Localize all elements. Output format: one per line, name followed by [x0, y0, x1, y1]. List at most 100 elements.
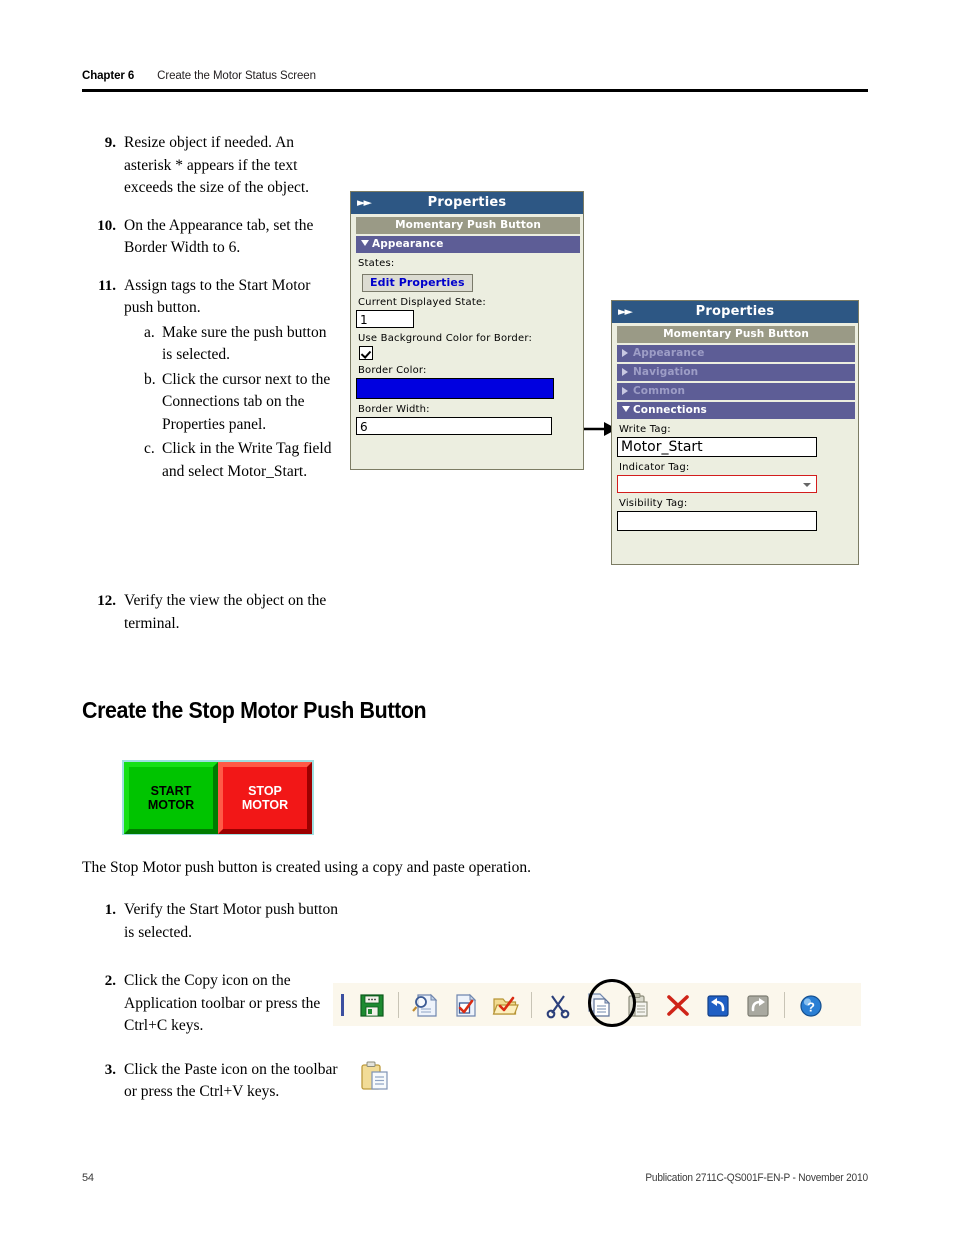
substeps-list: a. Make sure the push button is selected…: [144, 322, 334, 484]
current-state-label: Current Displayed State:: [358, 297, 486, 308]
list-item: c. Click in the Write Tag field and sele…: [144, 438, 334, 483]
step-text: Resize object if needed. An asterisk * a…: [124, 134, 310, 196]
step-text: Click the Paste icon on the toolbar or p…: [124, 1060, 338, 1101]
visibility-tag-label: Visibility Tag:: [619, 498, 688, 509]
start-motor-line1: START: [150, 783, 192, 798]
use-bg-color-checkbox[interactable]: [359, 346, 373, 360]
border-color-label: Border Color:: [358, 365, 427, 376]
steps-list-bottom: 1. Verify the Start Motor push button is…: [86, 899, 344, 1124]
step-text: Verify the view the object on the termin…: [124, 592, 327, 632]
list-item: 2. Click the Copy icon on the Applicatio…: [86, 970, 344, 1038]
panel-title: Properties: [695, 304, 775, 319]
tab-label: Connections: [633, 404, 707, 416]
step-text: Click the Copy icon on the Application t…: [124, 972, 321, 1034]
steps-list-step12: 12. Verify the view the object on the te…: [86, 590, 356, 650]
step-text: On the Appearance tab, set the Border Wi…: [124, 216, 314, 257]
step-number: 2.: [104, 973, 116, 989]
substep-letter: b.: [144, 370, 156, 388]
chevron-down-icon: [361, 240, 369, 246]
toolbar-separator: [531, 991, 532, 1018]
substep-text: Click in the Write Tag field and select …: [162, 440, 332, 480]
use-bg-color-label: Use Background Color for Border:: [358, 333, 533, 344]
preview-icon[interactable]: [407, 987, 443, 1023]
properties-panel-connections[interactable]: ►► Properties Momentary Push Button Appe…: [611, 300, 859, 565]
panel-title: Properties: [427, 195, 507, 210]
list-item: 9. Resize object if needed. An asterisk …: [86, 132, 334, 200]
steps-list-top: 9. Resize object if needed. An asterisk …: [86, 132, 334, 498]
current-state-input[interactable]: 1: [356, 310, 414, 328]
list-item: 1. Verify the Start Motor push button is…: [86, 899, 344, 944]
panel-titlebar: ►► Properties: [612, 301, 858, 323]
validate-document-icon[interactable]: [447, 987, 483, 1023]
list-item: 10. On the Appearance tab, set the Borde…: [86, 215, 334, 260]
undo-icon[interactable]: [700, 987, 736, 1023]
substep-letter: a.: [144, 323, 155, 341]
edit-properties-button[interactable]: Edit Properties: [362, 274, 473, 292]
substep-text: Make sure the push button is selected.: [162, 323, 327, 364]
tab-appearance[interactable]: Appearance: [617, 345, 855, 362]
list-item: 12. Verify the view the object on the te…: [86, 590, 356, 635]
object-type-label: Momentary Push Button: [617, 326, 855, 343]
pushbutton-figure: START MOTOR STOP MOTOR: [122, 760, 314, 835]
tab-common[interactable]: Common: [617, 383, 855, 400]
list-item: a. Make sure the push button is selected…: [144, 322, 334, 367]
toolbar-separator: [398, 991, 399, 1018]
tab-label: Navigation: [633, 366, 699, 378]
panel-titlebar: ►► Properties: [351, 192, 583, 214]
border-width-input[interactable]: 6: [356, 417, 552, 435]
chevron-down-icon: [622, 406, 630, 412]
list-item: b. Click the cursor next to the Connecti…: [144, 369, 334, 437]
delete-x-icon[interactable]: [660, 987, 696, 1023]
chevron-right-icon: [622, 349, 628, 357]
pin-arrows-icon[interactable]: ►►: [357, 196, 372, 209]
stop-motor-button[interactable]: STOP MOTOR: [218, 761, 312, 834]
redo-icon[interactable]: [740, 987, 776, 1023]
write-tag-input[interactable]: Motor_Start: [617, 437, 817, 457]
tab-navigation[interactable]: Navigation: [617, 364, 855, 381]
help-icon[interactable]: ?: [793, 987, 829, 1023]
tab-label: Appearance: [633, 347, 705, 359]
save-icon[interactable]: [354, 987, 390, 1023]
paste-icon[interactable]: [356, 1058, 396, 1098]
start-motor-line2: MOTOR: [147, 797, 195, 812]
list-item: 3. Click the Paste icon on the toolbar o…: [86, 1059, 344, 1104]
page-footer: 54 Publication 2711C-QS001F-EN-P - Novem…: [82, 1172, 868, 1184]
chapter-label: Chapter 6: [82, 70, 135, 82]
stop-motor-line2: MOTOR: [241, 797, 289, 812]
substep-letter: c.: [144, 440, 155, 457]
step-number: 1.: [104, 902, 116, 918]
intro-paragraph: The Stop Motor push button is created us…: [82, 859, 531, 876]
indicator-tag-combobox[interactable]: [617, 475, 817, 493]
open-folder-check-icon[interactable]: [487, 987, 523, 1023]
indicator-tag-label: Indicator Tag:: [619, 462, 690, 473]
toolbar-grip[interactable]: [341, 993, 344, 1016]
page-number: 54: [82, 1172, 94, 1184]
section-label: Appearance: [372, 238, 444, 250]
toolbar-separator: [784, 991, 785, 1018]
stop-motor-line1: STOP: [248, 783, 282, 798]
chapter-title: Create the Motor Status Screen: [157, 70, 316, 82]
publication-reference: Publication 2711C-QS001F-EN-P - November…: [645, 1172, 868, 1184]
header-rule: [82, 89, 868, 92]
step-number: 9.: [104, 135, 116, 151]
properties-panel-appearance[interactable]: ►► Properties Momentary Push Button Appe…: [350, 191, 584, 470]
visibility-tag-input[interactable]: [617, 511, 817, 531]
start-motor-button[interactable]: START MOTOR: [124, 761, 218, 834]
border-color-swatch[interactable]: [356, 378, 554, 399]
list-item: 11. Assign tags to the Start Motor push …: [86, 275, 334, 484]
copy-icon-highlight-circle: [588, 979, 636, 1027]
tab-label: Common: [633, 385, 686, 397]
tab-connections[interactable]: Connections: [617, 402, 855, 419]
step-text: Assign tags to the Start Motor push butt…: [124, 276, 311, 317]
chevron-right-icon: [622, 368, 628, 376]
write-tag-label: Write Tag:: [619, 424, 671, 435]
page-header: Chapter 6 Create the Motor Status Screen: [82, 70, 868, 92]
border-width-label: Border Width:: [358, 404, 430, 415]
step-number: 10.: [97, 217, 116, 234]
states-label: States:: [358, 258, 395, 269]
step-number: 11.: [98, 277, 116, 294]
pin-arrows-icon[interactable]: ►►: [618, 305, 633, 318]
cut-scissors-icon[interactable]: [540, 987, 576, 1023]
object-type-label: Momentary Push Button: [356, 217, 580, 234]
section-header-appearance[interactable]: Appearance: [356, 236, 580, 253]
